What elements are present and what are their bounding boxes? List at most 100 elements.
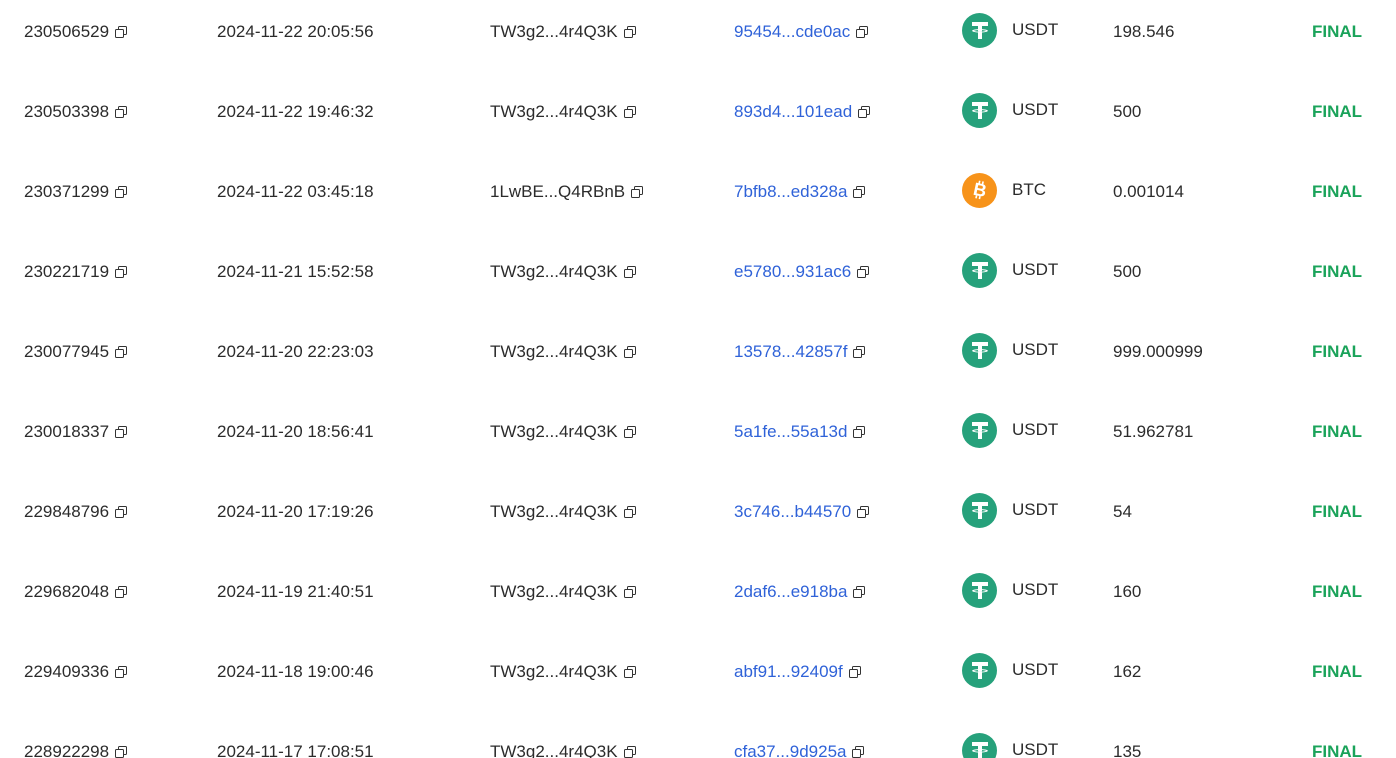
- timestamp: 2024-11-18 19:00:46: [217, 662, 374, 681]
- address: TW3g2...4r4Q3K: [490, 422, 618, 441]
- order-id-cell: 230077945: [24, 312, 128, 392]
- copy-icon[interactable]: [853, 585, 866, 599]
- status-badge: FINAL: [1312, 102, 1363, 121]
- tx-hash-cell: cfa37...9d925a: [734, 712, 865, 758]
- timestamp: 2024-11-21 15:52:58: [217, 262, 374, 281]
- tx-hash-cell: 95454...cde0ac: [734, 0, 869, 72]
- address-cell: TW3g2...4r4Q3K: [490, 312, 637, 392]
- copy-icon[interactable]: [623, 585, 637, 599]
- order-id-cell: 230221719: [24, 232, 128, 312]
- address-cell: TW3g2...4r4Q3K: [490, 232, 637, 312]
- amount: 54: [1113, 502, 1132, 521]
- address: TW3g2...4r4Q3K: [490, 102, 618, 121]
- copy-icon[interactable]: [857, 505, 870, 519]
- bitcoin-icon: B: [962, 172, 997, 208]
- copy-icon[interactable]: [115, 265, 128, 279]
- tx-hash-link[interactable]: 13578...42857f: [734, 342, 847, 362]
- copy-icon[interactable]: [853, 185, 866, 199]
- tether-icon: [962, 492, 997, 528]
- copy-icon[interactable]: [852, 745, 865, 758]
- tx-hash-link[interactable]: 893d4...101ead: [734, 102, 852, 122]
- status-badge: FINAL: [1312, 662, 1363, 681]
- address-cell: TW3g2...4r4Q3K: [490, 472, 637, 552]
- table-row[interactable]: 230018337 2024-11-20 18:56:41 TW3g2...4r…: [0, 392, 1396, 472]
- status-badge: FINAL: [1312, 422, 1363, 441]
- table-row[interactable]: 229409336 2024-11-18 19:00:46 TW3g2...4r…: [0, 632, 1396, 712]
- order-id-cell: 230503398: [24, 72, 128, 152]
- address: TW3g2...4r4Q3K: [490, 342, 618, 361]
- copy-icon[interactable]: [115, 665, 128, 679]
- order-id-cell: 229848796: [24, 472, 128, 552]
- copy-icon[interactable]: [115, 585, 128, 599]
- copy-icon[interactable]: [623, 665, 637, 679]
- currency: USDT: [1012, 20, 1059, 39]
- copy-icon[interactable]: [631, 185, 644, 199]
- table-row[interactable]: 230221719 2024-11-21 15:52:58 TW3g2...4r…: [0, 232, 1396, 312]
- tx-hash-cell: 13578...42857f: [734, 312, 866, 392]
- table-row[interactable]: 230371299 2024-11-22 03:45:18 1LwBE...Q4…: [0, 152, 1396, 232]
- tether-icon: [962, 412, 997, 448]
- table-row[interactable]: 229682048 2024-11-19 21:40:51 TW3g2...4r…: [0, 552, 1396, 632]
- copy-icon[interactable]: [853, 425, 866, 439]
- tx-hash-link[interactable]: 7bfb8...ed328a: [734, 182, 847, 202]
- tx-hash-link[interactable]: 2daf6...e918ba: [734, 582, 847, 602]
- copy-icon[interactable]: [623, 345, 637, 359]
- address-cell: TW3g2...4r4Q3K: [490, 552, 637, 632]
- amount: 160: [1113, 582, 1142, 601]
- tx-hash-link[interactable]: 95454...cde0ac: [734, 22, 850, 42]
- tx-hash-link[interactable]: 5a1fe...55a13d: [734, 422, 847, 442]
- tx-hash-cell: 7bfb8...ed328a: [734, 152, 866, 232]
- tx-hash-cell: 5a1fe...55a13d: [734, 392, 866, 472]
- copy-icon[interactable]: [115, 25, 128, 39]
- order-id: 229682048: [24, 582, 110, 601]
- tx-hash-link[interactable]: e5780...931ac6: [734, 262, 851, 282]
- tether-icon: [962, 572, 997, 608]
- tx-hash-link[interactable]: 3c746...b44570: [734, 502, 851, 522]
- order-id-cell: 230018337: [24, 392, 128, 472]
- table-row[interactable]: 230077945 2024-11-20 22:23:03 TW3g2...4r…: [0, 312, 1396, 392]
- table-row[interactable]: 229848796 2024-11-20 17:19:26 TW3g2...4r…: [0, 472, 1396, 552]
- address: TW3g2...4r4Q3K: [490, 742, 618, 758]
- order-id: 228922298: [24, 742, 110, 758]
- copy-icon[interactable]: [623, 745, 637, 758]
- address-cell: TW3g2...4r4Q3K: [490, 712, 637, 758]
- order-id-cell: 229409336: [24, 632, 128, 712]
- address-cell: TW3g2...4r4Q3K: [490, 392, 637, 472]
- status-badge: FINAL: [1312, 582, 1363, 601]
- copy-icon[interactable]: [115, 745, 128, 758]
- address: TW3g2...4r4Q3K: [490, 262, 618, 281]
- status-badge: FINAL: [1312, 342, 1363, 361]
- copy-icon[interactable]: [115, 345, 128, 359]
- transactions-table: 230506529 2024-11-22 20:05:56 TW3g2...4r…: [0, 0, 1396, 758]
- copy-icon[interactable]: [115, 425, 128, 439]
- order-id: 230221719: [24, 262, 110, 281]
- copy-icon[interactable]: [623, 105, 637, 119]
- copy-icon[interactable]: [115, 185, 128, 199]
- copy-icon[interactable]: [857, 265, 870, 279]
- copy-icon[interactable]: [856, 25, 869, 39]
- copy-icon[interactable]: [848, 665, 862, 679]
- order-id: 230077945: [24, 342, 110, 361]
- copy-icon[interactable]: [115, 505, 128, 519]
- copy-icon[interactable]: [623, 505, 637, 519]
- table-row[interactable]: 230503398 2024-11-22 19:46:32 TW3g2...4r…: [0, 72, 1396, 152]
- status-badge: FINAL: [1312, 502, 1363, 521]
- tx-hash-link[interactable]: cfa37...9d925a: [734, 742, 846, 758]
- amount: 500: [1113, 102, 1142, 121]
- copy-icon[interactable]: [623, 265, 637, 279]
- address-cell: TW3g2...4r4Q3K: [490, 72, 637, 152]
- copy-icon[interactable]: [623, 425, 637, 439]
- tx-hash-link[interactable]: abf91...92409f: [734, 662, 843, 682]
- copy-icon[interactable]: [858, 105, 871, 119]
- order-id-cell: 230371299: [24, 152, 128, 232]
- order-id: 230371299: [24, 182, 110, 201]
- tether-icon: [962, 12, 997, 48]
- table-row[interactable]: 230506529 2024-11-22 20:05:56 TW3g2...4r…: [0, 0, 1396, 72]
- copy-icon[interactable]: [853, 345, 866, 359]
- address: TW3g2...4r4Q3K: [490, 502, 618, 521]
- copy-icon[interactable]: [115, 105, 128, 119]
- address-cell: TW3g2...4r4Q3K: [490, 0, 637, 72]
- copy-icon[interactable]: [623, 25, 637, 39]
- tether-icon: [962, 732, 997, 758]
- table-row[interactable]: 228922298 2024-11-17 17:08:51 TW3g2...4r…: [0, 712, 1396, 758]
